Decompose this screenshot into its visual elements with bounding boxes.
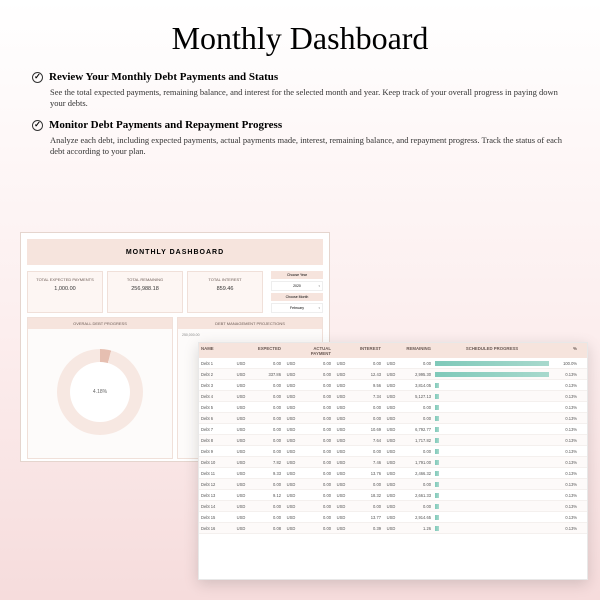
choose-year-label: Choose Year — [271, 271, 323, 279]
table-row: Debt 2USD337.86USD0.00USD12.43USD2,995.3… — [199, 369, 587, 380]
month-select[interactable]: February — [271, 303, 323, 313]
table-row: Debt 9USD0.00USD0.00USD0.00USD0.000.13% — [199, 446, 587, 457]
table-row: Debt 3USD0.00USD0.00USD9.56USD3,814.050.… — [199, 380, 587, 391]
check-icon: ✓ — [32, 120, 43, 131]
table-row: Debt 7USD0.00USD0.00USD10.69USD6,792.770… — [199, 424, 587, 435]
table-row: Debt 16USD0.08USD0.00USD0.39USD1.260.13% — [199, 523, 587, 534]
table-row: Debt 14USD0.00USD0.00USD0.00USD0.000.13% — [199, 501, 587, 512]
section1-body: See the total expected payments, remaini… — [50, 87, 568, 109]
th-remaining: REMAINING — [399, 343, 433, 358]
section1-heading: Review Your Monthly Debt Payments and St… — [49, 71, 278, 83]
th-interest: INTEREST — [349, 343, 383, 358]
table-row: Debt 5USD0.00USD0.00USD0.00USD0.000.13% — [199, 402, 587, 413]
stat-label: TOTAL EXPECTED PAYMENTS — [32, 277, 98, 282]
table-row: Debt 13USD9.12USD0.00USD18.32USD2,661.33… — [199, 490, 587, 501]
donut-chart: 4.18% — [57, 349, 143, 435]
panel-heading: OVERALL DEBT PROGRESS — [28, 318, 172, 329]
stat-label: TOTAL REMAINING — [112, 277, 178, 282]
choose-month-label: Choose Month — [271, 293, 323, 301]
preview-area: MONTHLY DASHBOARD TOTAL EXPECTED PAYMENT… — [20, 232, 330, 462]
stat-value: 1,000.00 — [32, 286, 98, 292]
table-row: Debt 6USD0.00USD0.00USD0.00USD0.000.13% — [199, 413, 587, 424]
table-row: Debt 4USD0.00USD0.00USD7.34USD5,127.130.… — [199, 391, 587, 402]
table-row: Debt 10USD7.82USD0.00USD7.46USD1,791.000… — [199, 457, 587, 468]
table-row: Debt 11USD9.33USD0.00USD13.76USD2,466.32… — [199, 468, 587, 479]
check-icon: ✓ — [32, 72, 43, 83]
table-row: Debt 8USD0.00USD0.00USD7.64USD1,717.820.… — [199, 435, 587, 446]
th-pct: % — [551, 343, 579, 358]
section-monitor: ✓ Monitor Debt Payments and Repayment Pr… — [32, 119, 568, 157]
stat-value: 859.46 — [192, 286, 258, 292]
stat-interest: TOTAL INTEREST 859.46 — [187, 271, 263, 313]
section-review: ✓ Review Your Monthly Debt Payments and … — [32, 71, 568, 109]
th-expected: EXPECTED — [249, 343, 283, 358]
table-body: Debt 1USD0.00USD0.00USD0.00USD0.00100.0%… — [199, 358, 587, 534]
stat-label: TOTAL INTEREST — [192, 277, 258, 282]
th-sched: SCHEDULED PROGRESS — [433, 343, 551, 358]
table-row: Debt 15USD0.00USD0.00USD13.77USD2,914.65… — [199, 512, 587, 523]
donut-percent: 4.18% — [93, 389, 107, 395]
section2-body: Analyze each debt, including expected pa… — [50, 135, 568, 157]
projection-value: 250,000.00 — [178, 329, 322, 341]
overall-progress-panel: OVERALL DEBT PROGRESS 4.18% — [27, 317, 173, 459]
year-select[interactable]: 2020 — [271, 281, 323, 291]
page-title: Monthly Dashboard — [32, 20, 568, 57]
stat-remaining: TOTAL REMAINING 256,988.18 — [107, 271, 183, 313]
debt-table-card: NAME EXPECTED ACTUAL PAYMENT INTEREST RE… — [198, 342, 588, 580]
th-actual: ACTUAL PAYMENT — [299, 343, 333, 358]
stat-value: 256,988.18 — [112, 286, 178, 292]
panel-heading: DEBT MANAGEMENT PROJECTIONS — [178, 318, 322, 329]
dashboard-title: MONTHLY DASHBOARD — [27, 239, 323, 265]
section2-heading: Monitor Debt Payments and Repayment Prog… — [49, 119, 282, 131]
stat-expected: TOTAL EXPECTED PAYMENTS 1,000.00 — [27, 271, 103, 313]
th-name: NAME — [199, 343, 233, 358]
table-row: Debt 1USD0.00USD0.00USD0.00USD0.00100.0% — [199, 358, 587, 369]
table-row: Debt 12USD0.00USD0.00USD0.00USD0.000.13% — [199, 479, 587, 490]
table-header: NAME EXPECTED ACTUAL PAYMENT INTEREST RE… — [199, 343, 587, 358]
